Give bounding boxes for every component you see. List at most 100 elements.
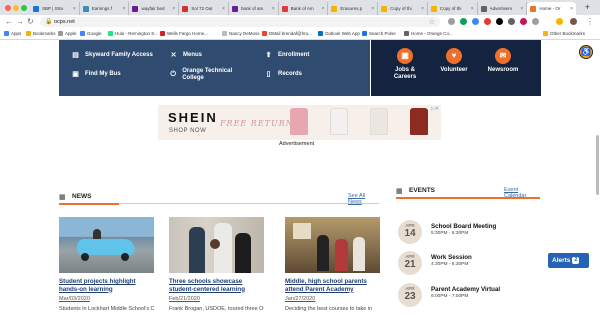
bookmark-item[interactable]: Apps xyxy=(4,31,21,36)
event-month: APR xyxy=(405,223,415,228)
ad-shop-now-link[interactable]: SHOP NOW xyxy=(169,128,206,134)
browser-tab[interactable]: Bank of Am × xyxy=(279,2,329,15)
extension-icon[interactable] xyxy=(448,18,455,25)
featured-jobs-careers[interactable]: ▣ Jobs & Careers xyxy=(385,48,425,81)
tab-close-icon[interactable]: × xyxy=(172,6,175,12)
quicklink-enrollment[interactable]: ⬆ Enrollment xyxy=(264,51,310,60)
bookmark-item[interactable]: Hulu - Remington S... xyxy=(108,31,158,36)
tab-close-icon[interactable]: × xyxy=(123,6,126,12)
story-title-link[interactable]: Middle, high school parents attend Paren… xyxy=(285,278,380,293)
news-story[interactable]: Student projects highlight hands-on lear… xyxy=(59,217,154,312)
story-date[interactable]: Mar/03/2020 xyxy=(59,296,154,302)
accessibility-icon[interactable]: ♿ xyxy=(579,45,593,59)
extension-icon[interactable] xyxy=(460,18,467,25)
browser-tab[interactable]: Home - Or × xyxy=(527,2,577,15)
browser-tab[interactable]: wayfair bed × xyxy=(129,2,180,15)
extension-icon[interactable] xyxy=(520,18,527,25)
bookmark-item[interactable]: DMail brendaf@hru... xyxy=(262,31,312,36)
extension-icon[interactable] xyxy=(496,18,503,25)
advertisement-banner[interactable]: SHEIN SHOP NOW FREE RETURN ▷✕ xyxy=(158,105,441,140)
extension-icon[interactable] xyxy=(532,18,539,25)
reload-icon[interactable]: ↻ xyxy=(27,17,34,27)
event-title[interactable]: School Board Meeting xyxy=(431,223,496,230)
quicklink-skyward[interactable]: ▤ Skyward Family Access xyxy=(71,51,153,60)
ad-choices-icon[interactable]: ▷✕ xyxy=(431,106,439,112)
tab-close-icon[interactable]: × xyxy=(73,6,76,12)
featured-volunteer[interactable]: ♥ Volunteer xyxy=(434,48,474,74)
section-accent-bar xyxy=(396,197,540,199)
tab-close-icon[interactable]: × xyxy=(222,6,225,12)
scrollbar-thumb[interactable] xyxy=(596,135,599,195)
bookmark-label: Nancy DeMoss xyxy=(229,31,260,36)
story-date[interactable]: Feb/21/2020 xyxy=(169,296,264,302)
story-title-link[interactable]: Three schools showcase student-centered … xyxy=(169,278,264,293)
quicklink-records[interactable]: ▯ Records xyxy=(264,70,302,79)
browser-menu-icon[interactable]: ⋮ xyxy=(586,17,594,27)
address-bar[interactable]: 🔒 ocps.net ☆ xyxy=(40,17,440,27)
event-item[interactable]: APR 23 Parent Academy Virtual 6:00PM - 7… xyxy=(398,283,538,309)
bookmark-item[interactable]: Search Pulse xyxy=(362,31,396,36)
story-date[interactable]: Jan/27/2020 xyxy=(285,296,380,302)
bookmark-item[interactable]: Wells Fargo Home... xyxy=(160,31,208,36)
minimize-window-button[interactable] xyxy=(13,5,19,11)
story-image[interactable] xyxy=(59,217,154,273)
extension-icon[interactable] xyxy=(484,18,491,25)
event-date-badge: APR 23 xyxy=(398,283,422,307)
featured-label: Newsroom xyxy=(487,67,519,73)
tab-title: Sol 72 Out xyxy=(191,6,213,11)
quicklink-find-my-bus[interactable]: ▣ Find My Bus xyxy=(71,70,120,79)
browser-tab[interactable]: Sol 72 Out × xyxy=(179,2,229,15)
quicklink-menus[interactable]: ✕ Menus xyxy=(169,51,202,60)
browser-tab[interactable]: Copy of thi × xyxy=(378,2,428,15)
alerts-button[interactable]: Alerts 2 xyxy=(548,253,589,268)
bookmark-item[interactable]: Google xyxy=(80,31,102,36)
browser-tab[interactable]: Copy of thi × xyxy=(428,2,478,15)
back-icon[interactable]: ← xyxy=(5,17,13,27)
browser-tab[interactable]: SBP | Stra × xyxy=(30,2,80,15)
profile-avatar[interactable] xyxy=(570,18,577,25)
bookmark-item[interactable]: Nancy DeMoss xyxy=(222,31,260,36)
news-story[interactable]: Three schools showcase student-centered … xyxy=(169,217,264,312)
power-icon: ⏻ xyxy=(170,71,176,78)
featured-newsroom[interactable]: ✉ Newsroom xyxy=(483,48,523,74)
close-window-button[interactable] xyxy=(5,5,11,11)
tab-close-icon[interactable]: × xyxy=(321,6,324,12)
bookmark-favicon-icon xyxy=(80,31,85,36)
event-title[interactable]: Work Session xyxy=(431,254,472,261)
bookmark-item[interactable]: Other Bookmarks xyxy=(543,31,585,36)
bookmark-item[interactable]: Apple xyxy=(58,31,77,36)
tab-close-icon[interactable]: × xyxy=(421,6,424,12)
extension-icon[interactable] xyxy=(556,18,563,25)
event-item[interactable]: APR 21 Work Session 4:30PM - 6:30PM xyxy=(398,251,538,277)
tab-close-icon[interactable]: × xyxy=(272,6,275,12)
tab-close-icon[interactable]: × xyxy=(471,6,474,12)
tab-close-icon[interactable]: × xyxy=(371,6,374,12)
ad-garment-image xyxy=(410,108,428,135)
browser-tab[interactable]: Erasures.p × xyxy=(328,2,379,15)
browser-tab[interactable]: bank of am × xyxy=(229,2,279,15)
heart-icon: ♥ xyxy=(446,48,462,64)
forward-icon[interactable]: → xyxy=(16,17,24,27)
tab-close-icon[interactable]: × xyxy=(570,6,573,12)
event-title[interactable]: Parent Academy Virtual xyxy=(431,286,500,293)
story-snippet: Deciding the best courses to take in xyxy=(285,306,373,312)
story-image[interactable] xyxy=(169,217,264,273)
bookmark-item[interactable]: Bookmarks xyxy=(26,31,56,36)
new-tab-button[interactable]: + xyxy=(585,2,590,13)
ad-garment-image xyxy=(290,108,308,135)
tab-close-icon[interactable]: × xyxy=(520,6,523,12)
extension-icon[interactable] xyxy=(508,18,515,25)
event-item[interactable]: APR 14 School Board Meeting 5:30PM - 6:3… xyxy=(398,220,538,246)
maximize-window-button[interactable] xyxy=(21,5,27,11)
browser-tab[interactable]: Advertisem × xyxy=(478,2,528,15)
bookmark-star-icon[interactable]: ☆ xyxy=(429,18,435,26)
story-image[interactable] xyxy=(285,217,380,273)
extension-icon[interactable] xyxy=(472,18,479,25)
alerts-count-badge: 2 xyxy=(572,257,580,264)
bookmark-item[interactable]: Home - Orange Co... xyxy=(404,31,453,36)
browser-tab[interactable]: Earnings f × xyxy=(80,2,130,15)
bookmark-item[interactable]: Outlook Web App xyxy=(318,31,360,36)
story-title-link[interactable]: Student projects highlight hands-on lear… xyxy=(59,278,154,293)
news-story[interactable]: Middle, high school parents attend Paren… xyxy=(285,217,380,312)
quicklink-orange-technical-college[interactable]: ⏻ Orange Technical College xyxy=(169,68,249,82)
